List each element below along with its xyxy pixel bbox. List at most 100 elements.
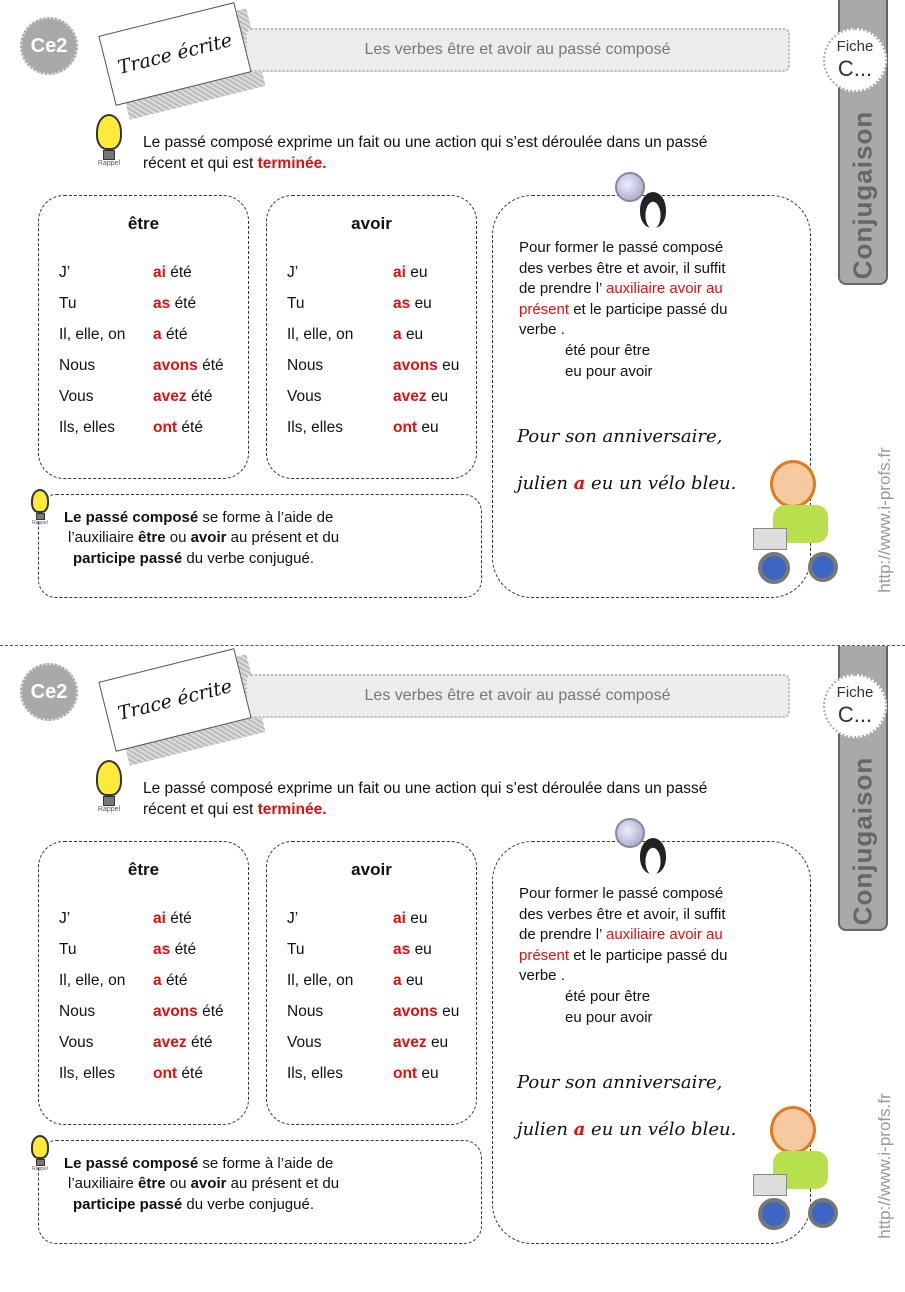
summary-line-2: l’auxiliaire être ou avoir au présent et… [68,528,339,549]
fiche-badge: Fiche C... [823,28,887,92]
pronoun: Ils, elles [59,1065,115,1082]
auxiliary: ai [153,910,166,927]
etre-conjugation-box: être J’ ai été Tu as été Il, elle, on a ét… [38,195,249,479]
rule-highlight: auxiliaire avoir au [606,280,723,298]
participle: eu [442,1003,460,1020]
auxiliary: as [393,941,411,958]
auxiliary: ai [153,264,166,281]
rule-line: de prendre l’ [519,926,606,944]
lightbulb-icon: Rappel [96,760,122,813]
summary-text: se forme à l’aide de [198,509,334,526]
intro-line-2: récent et qui est [143,155,258,172]
summary-bold: avoir [190,529,227,546]
participle: été [165,972,188,989]
site-url: http://www.i-profs.fr [875,1093,894,1239]
participle: été [190,1034,213,1051]
pronoun: J’ [287,910,299,927]
participle: eu [405,326,424,343]
summary-line-2: l’auxiliaire être ou avoir au présent et… [68,1174,339,1195]
auxiliary: avez [153,388,187,405]
intro-text: Le passé composé exprime un fait ou une … [143,132,707,174]
conjugated-form: avons été [153,1003,224,1021]
conjugated-form: ai eu [393,910,428,928]
boy-on-bike-illustration [748,460,848,585]
auxiliary: a [153,972,162,989]
participle: été [174,941,197,958]
conjugated-form: ai eu [393,264,428,282]
pronoun: Ils, elles [287,419,343,436]
participle: été [170,910,192,927]
pronoun: Il, elle, on [59,972,126,989]
participle: été [181,1065,203,1082]
pronoun: Il, elle, on [59,326,126,343]
conjugated-form: a eu [393,972,423,990]
summary-bold: Le passé composé [64,509,199,526]
worksheet-copy-1: Conjugaison Ce2 Les verbes être et avoir… [0,0,905,646]
pronoun: J’ [59,910,71,927]
conjugated-form: avons été [153,357,224,375]
participle: eu [442,357,460,374]
participle: eu [430,1034,449,1051]
lightbulb-icon: Rappel [31,489,49,526]
conjugated-form: a été [153,326,188,344]
pronoun: Il, elle, on [287,326,354,343]
participle: été [170,264,192,281]
rule-line: verbe . [519,967,565,985]
auxiliary: avez [393,1034,427,1051]
conjugated-form: as été [153,941,196,959]
summary-text: se forme à l’aide de [198,1155,334,1172]
subject-label: Conjugaison [847,756,878,926]
example-aux: a [573,473,586,494]
lightbulb-icon: Rappel [31,1135,49,1172]
summary-line-3: participe passé du verbe conjugué. [73,1195,314,1216]
etre-title: être [127,214,160,233]
pronoun: J’ [59,264,71,281]
rule-highlight: présent [519,300,570,318]
intro-line-1: Le passé composé exprime un fait ou une … [143,780,708,797]
intro-text: Le passé composé exprime un fait ou une … [143,778,707,820]
auxiliary: ai [393,264,406,281]
participle: été [181,419,203,436]
rappel-label: Rappel [32,1166,48,1172]
conjugated-form: as été [153,295,196,313]
level-badge: Ce2 [20,17,78,75]
participle: été [202,1003,224,1020]
summary-text: l’auxiliaire [68,529,139,546]
conjugated-form: a été [153,972,188,990]
conjugated-form: as eu [393,295,432,313]
pronoun: Ils, elles [287,1065,343,1082]
summary-text: du verbe conjugué. [182,550,314,567]
example-line-2: julien a eu un vélo bleu. [517,1119,736,1140]
auxiliary: avons [393,357,438,374]
avoir-conjugation-box: avoir J’ ai eu Tu as eu Il, elle, on a eu N… [266,195,477,479]
conjugated-form: a eu [393,326,423,344]
rappel-label: Rappel [97,160,121,167]
conjugated-form: avons eu [393,357,459,375]
summary-text: ou [165,1175,191,1192]
summary-text: l’auxiliaire [68,1175,139,1192]
rule-participle-etre: été pour être [565,987,651,1005]
lightbulb-icon: Rappel [96,114,122,167]
summary-text: du verbe conjugué. [182,1196,314,1213]
level-badge: Ce2 [20,663,78,721]
summary-line-1: Le passé composé se forme à l’aide de [64,1154,333,1175]
rule-line: verbe . [519,321,565,339]
participle: été [165,326,188,343]
pronoun: Vous [287,388,322,405]
conjugated-form: ont été [153,1065,203,1083]
avoir-title: avoir [351,214,392,233]
fiche-badge: Fiche C... [823,674,887,738]
worksheet-copy-2: Conjugaison Ce2 Les verbes être et avoir… [0,646,905,1292]
magnifier-icon [615,172,645,202]
auxiliary: avons [153,357,198,374]
summary-bold: avoir [190,1175,227,1192]
avoir-conjugation-box: avoir J’ ai eu Tu as eu Il, elle, on a eu N… [266,841,477,1125]
conjugated-form: ai été [153,910,192,928]
conjugated-form: ont eu [393,1065,439,1083]
page-title: Les verbes être et avoir au passé compos… [245,674,790,718]
pronoun: Vous [59,388,94,405]
example-line-1: Pour son anniversaire, [517,426,723,447]
rappel-label: Rappel [97,806,121,813]
summary-bold: participe passé [73,550,183,567]
summary-bold: être [138,1175,166,1192]
